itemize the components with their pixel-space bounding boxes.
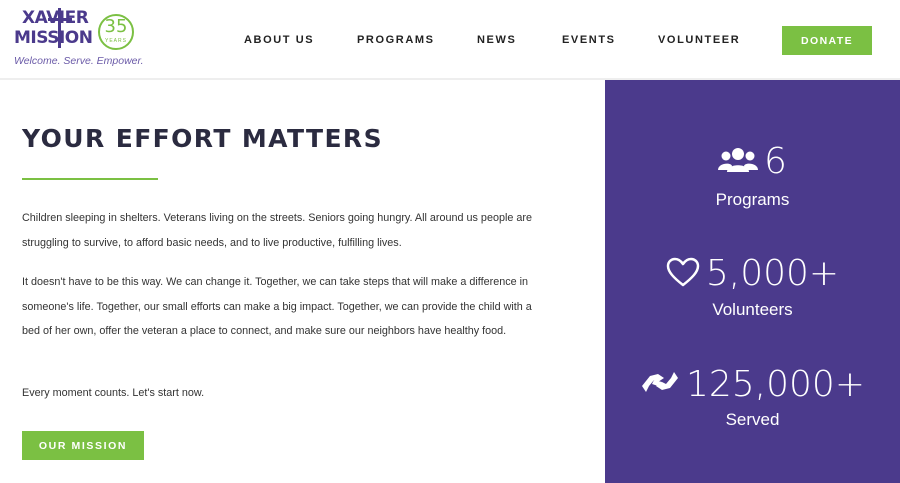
anniversary-caption: YEARS bbox=[105, 38, 127, 44]
page-title: YOUR EFFORT MATTERS bbox=[22, 124, 383, 153]
nav-programs[interactable]: PROGRAMS bbox=[357, 34, 435, 46]
stat-value: 6 bbox=[764, 141, 787, 182]
logo-tagline: Welcome. Serve. Empower. bbox=[14, 55, 144, 67]
xavier-mission-logo[interactable]: XAVIER MISSION 35 YEARS Welcome. Serve. … bbox=[14, 8, 144, 70]
nav-events[interactable]: EVENTS bbox=[562, 34, 616, 46]
stat-value: 125,000+ bbox=[685, 363, 866, 405]
intro-paragraph: Children sleeping in shelters. Veterans … bbox=[22, 212, 532, 249]
nav-volunteer[interactable]: VOLUNTEER bbox=[658, 34, 740, 46]
handshake-icon bbox=[640, 366, 680, 403]
closing-paragraph: Every moment counts. Let's start now. bbox=[22, 387, 205, 399]
stat-volunteers: 5,000+ bbox=[605, 256, 900, 292]
nav-about-us[interactable]: ABOUT US bbox=[244, 34, 314, 46]
stat-label: Programs bbox=[715, 190, 790, 209]
anniversary-number: 35 bbox=[104, 16, 128, 37]
logo-word-xavier: XAVIER bbox=[22, 8, 89, 28]
users-icon bbox=[718, 146, 759, 179]
stat-programs: 6 bbox=[605, 144, 900, 180]
logo-word-mission: MISSION bbox=[14, 28, 93, 48]
stat-served: 125,000+ bbox=[605, 366, 900, 403]
impact-stats-panel: 6 Programs 5,000+ Volunteers 125,000+ Se… bbox=[605, 80, 900, 483]
body-paragraph: It doesn't have to be this way. We can c… bbox=[22, 276, 532, 337]
title-divider bbox=[22, 178, 158, 180]
site-header: XAVIER MISSION 35 YEARS Welcome. Serve. … bbox=[0, 0, 900, 80]
heart-icon bbox=[666, 257, 700, 292]
nav-news[interactable]: NEWS bbox=[477, 34, 516, 46]
stat-label: Served bbox=[725, 410, 780, 429]
our-mission-button[interactable]: OUR MISSION bbox=[22, 431, 144, 460]
donate-button[interactable]: DONATE bbox=[782, 26, 872, 55]
stat-value: 5,000+ bbox=[705, 253, 840, 294]
stat-label: Volunteers bbox=[712, 300, 793, 319]
